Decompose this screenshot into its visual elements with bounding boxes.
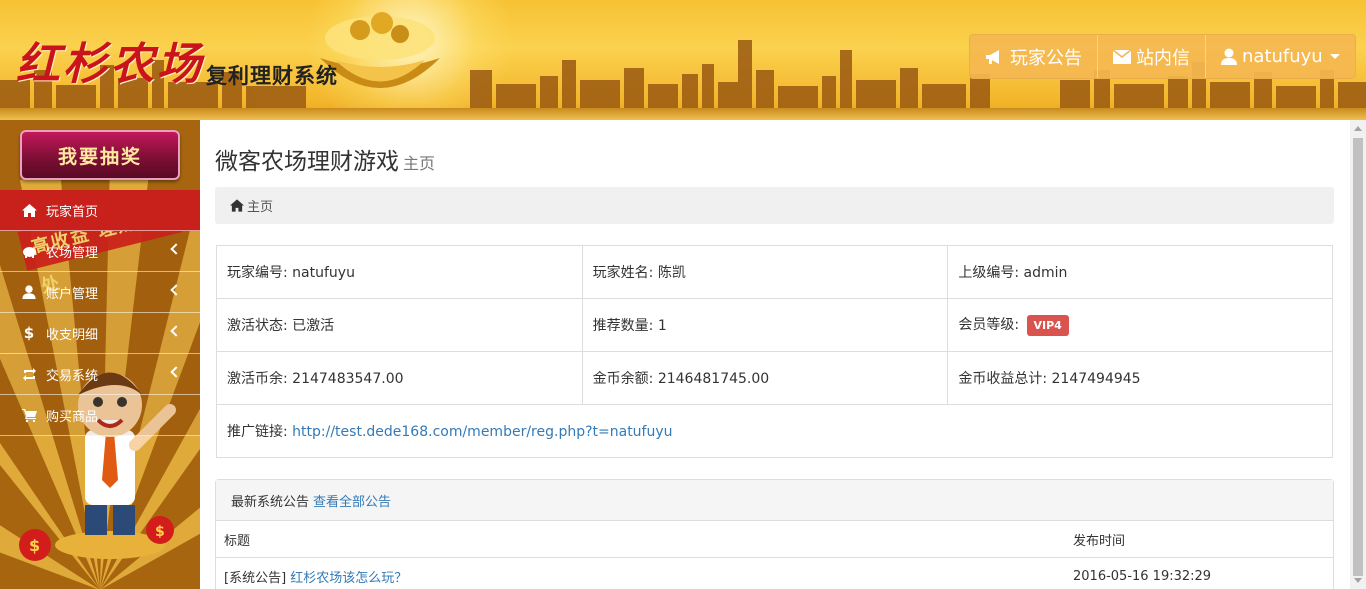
notices-heading: 最新系统公告	[231, 494, 310, 510]
sidebar-item-label: 交易系统	[46, 368, 99, 384]
parent-id-cell: 上级编号: admin	[947, 245, 1333, 299]
svg-text:$: $	[155, 524, 165, 540]
envelope-icon	[1113, 49, 1131, 64]
promo-link[interactable]: http://test.dede168.com/member/reg.php?t…	[292, 424, 672, 440]
column-header-title: 标题	[224, 533, 251, 549]
home-icon	[230, 199, 244, 212]
scroll-up-arrow-icon[interactable]	[1354, 126, 1362, 131]
svg-text:$: $	[29, 536, 40, 555]
promo-link-cell: 推广链接: http://test.dede168.com/member/reg…	[216, 404, 1333, 458]
retweet-icon	[20, 367, 38, 381]
logo-subtitle: 复利理财系统	[206, 64, 338, 88]
sidebar-item-label: 玩家首页	[46, 204, 99, 220]
chevron-left-icon	[170, 284, 182, 296]
top-nav: 玩家公告 站内信 natufuyu	[969, 34, 1356, 79]
activation-balance-cell: 激活币余: 2147483547.00	[216, 351, 583, 405]
page-title: 微客农场理财游戏 主页	[215, 142, 435, 176]
announcements-label: 玩家公告	[1010, 47, 1082, 69]
notice-title-link[interactable]: 红杉农场该怎么玩？	[290, 571, 407, 586]
gold-balance-cell: 金币余额: 2146481745.00	[581, 351, 949, 405]
player-info-table: 玩家编号: natufuyu 玩家姓名: 陈凯 上级编号: admin 激活状态…	[216, 245, 1333, 458]
referral-count-cell: 推荐数量: 1	[581, 298, 949, 352]
column-header-time: 发布时间	[1073, 533, 1126, 549]
user-menu-button[interactable]: natufuyu	[1206, 35, 1355, 78]
home-icon	[20, 203, 38, 217]
shopping-cart-icon	[20, 408, 38, 422]
sidebar-item-label: 账户管理	[46, 286, 99, 302]
dollar-icon: $	[23, 324, 35, 342]
gold-boat-illustration	[320, 12, 440, 88]
player-name-cell: 玩家姓名: 陈凯	[581, 245, 949, 299]
sidebar-item-label: 收支明细	[46, 327, 99, 343]
page-title-text: 微客农场理财游戏	[215, 149, 399, 175]
page-subtitle: 主页	[403, 154, 436, 173]
sidebar-item-trading[interactable]: 交易系统	[0, 354, 200, 395]
announcements-button[interactable]: 玩家公告	[970, 35, 1098, 78]
username-label: natufuyu	[1242, 46, 1323, 67]
sidebar-item-farm[interactable]: 农场管理	[0, 231, 200, 272]
sidebar-menu: 玩家首页 农场管理 账户管理 $ 收支明细 交易系统 购买商品	[0, 190, 200, 436]
table-row: 推广链接: http://test.dede168.com/member/reg…	[216, 404, 1333, 458]
page-scrollbar[interactable]	[1350, 120, 1366, 589]
player-id-cell: 玩家编号: natufuyu	[216, 245, 583, 299]
header: 红杉农场 复利理财系统 玩家公告 站内信 natufuyu	[0, 0, 1366, 120]
sidebar-item-shop[interactable]: 购买商品	[0, 395, 200, 436]
messages-label: 站内信	[1136, 47, 1190, 69]
chevron-left-icon	[170, 325, 182, 337]
notice-tag: [系统公告]	[224, 571, 287, 586]
user-icon	[1221, 48, 1237, 65]
scroll-down-arrow-icon[interactable]	[1354, 578, 1362, 583]
sidebar-item-label: 购买商品	[46, 409, 99, 425]
breadcrumb-home-link[interactable]: 主页	[247, 196, 273, 215]
activation-status-cell: 激活状态: 已激活	[216, 298, 583, 352]
bullhorn-icon	[986, 49, 999, 64]
lottery-button[interactable]: 我要抽奖	[20, 130, 180, 180]
gold-income-cell: 金币收益总计: 2147494945	[947, 351, 1333, 405]
vip-badge: VIP4	[1026, 315, 1069, 336]
notices-panel-header: 最新系统公告 查看全部公告	[216, 480, 1333, 521]
breadcrumb: 主页	[215, 187, 1334, 224]
scrollbar-thumb[interactable]	[1353, 138, 1363, 576]
view-all-notices-link[interactable]: 查看全部公告	[313, 491, 391, 510]
chevron-left-icon	[170, 243, 182, 255]
table-row: 玩家编号: natufuyu 玩家姓名: 陈凯 上级编号: admin	[216, 245, 1333, 299]
user-icon	[20, 285, 38, 299]
sidebar-item-finance[interactable]: $ 收支明细	[0, 313, 200, 354]
sidebar-item-label: 农场管理	[46, 245, 99, 261]
notice-time: 2016-05-16 19:32:29	[1073, 569, 1212, 584]
messages-button[interactable]: 站内信	[1098, 35, 1206, 78]
chevron-down-icon	[1329, 54, 1340, 59]
sidebar-item-account[interactable]: 账户管理	[0, 272, 200, 313]
notices-panel: 最新系统公告 查看全部公告 标题 发布时间 [系统公告] 红杉农场该怎么玩？ 2…	[215, 479, 1334, 589]
chevron-left-icon	[170, 366, 182, 378]
notices-table-header: 标题 发布时间	[216, 521, 1333, 558]
notice-title-cell: [系统公告] 红杉农场该怎么玩？	[224, 567, 1073, 586]
table-row: 激活状态: 已激活 推荐数量: 1 会员等级: VIP4	[216, 298, 1333, 352]
table-row: [系统公告] 红杉农场该怎么玩？ 2016-05-16 19:32:29	[216, 558, 1333, 589]
logo-title: 红杉农场	[16, 39, 204, 90]
promo-link-label: 推广链接:	[227, 424, 288, 440]
piggy-bank-icon	[20, 245, 38, 258]
header-ground	[0, 108, 1366, 120]
member-level-cell: 会员等级: VIP4	[947, 298, 1333, 352]
table-row: 激活币余: 2147483547.00 金币余额: 2146481745.00 …	[216, 351, 1333, 405]
sidebar-item-home[interactable]: 玩家首页	[0, 190, 200, 231]
member-level-label: 会员等级:	[958, 317, 1020, 333]
sidebar: 高收益 理财好去处 $ $ 我要抽奖 玩家首页 农场管理 账户管理 $ 收支明细…	[0, 120, 200, 589]
main-content: 微客农场理财游戏 主页 主页 玩家编号: natufuyu 玩家姓名: 陈凯 上级…	[200, 120, 1350, 589]
